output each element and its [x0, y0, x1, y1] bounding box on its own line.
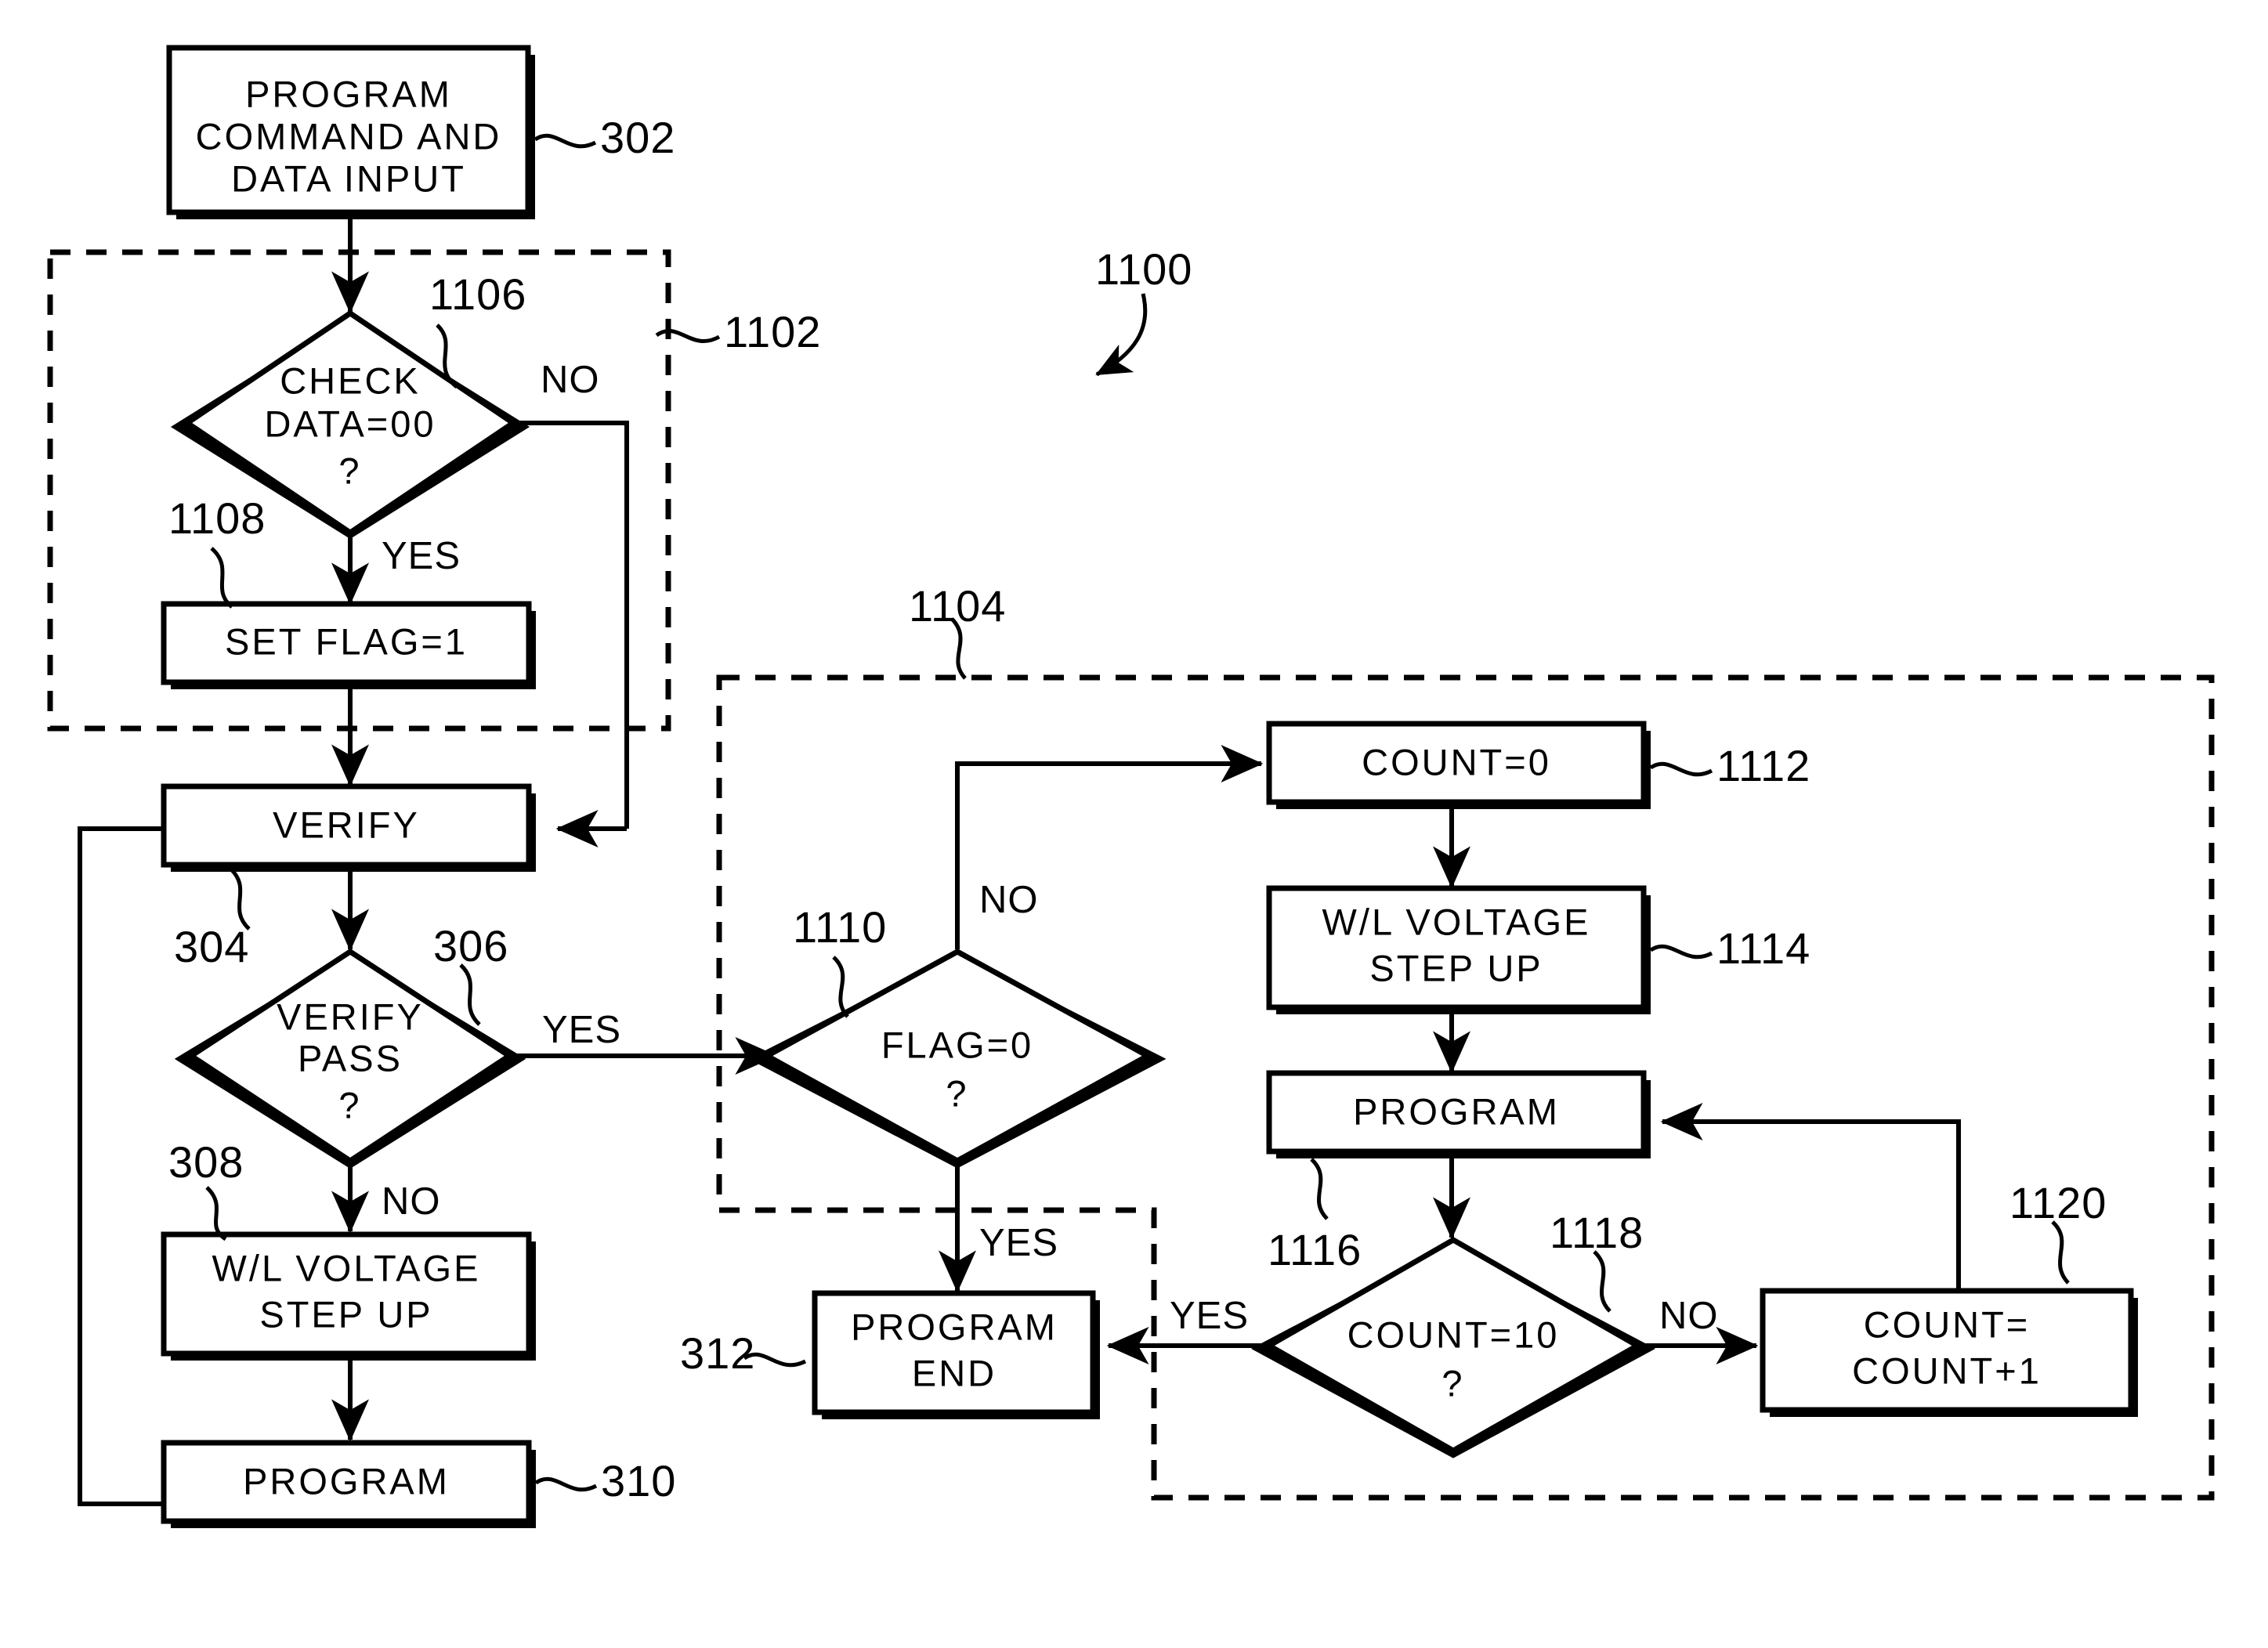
node-310-label: PROGRAM — [243, 1460, 450, 1502]
ref-1106-text: 1106 — [429, 269, 526, 319]
ref-304: 304 — [174, 868, 251, 971]
ref-1102-text: 1102 — [724, 307, 821, 356]
connector-1120-to-1116 — [1660, 1103, 1961, 1288]
node-1106-line3: ? — [338, 450, 361, 491]
ref-310: 310 — [534, 1456, 676, 1505]
node-1114-line1: W/L VOLTAGE — [1322, 901, 1591, 942]
ref-310-text: 310 — [601, 1456, 676, 1505]
ref-304-text: 304 — [174, 922, 249, 971]
node-308-line1: W/L VOLTAGE — [212, 1247, 481, 1288]
node-1108-label: SET FLAG=1 — [225, 620, 468, 662]
label-no-1118: NO — [1659, 1295, 1719, 1337]
ref-1108: 1108 — [168, 493, 266, 609]
node-1106-line2: DATA=00 — [264, 403, 436, 444]
node-312-line2: END — [912, 1352, 997, 1393]
node-count-0[interactable]: COUNT=0 — [1266, 721, 1651, 809]
label-yes-306: YES — [542, 1009, 621, 1051]
ref-1106: 1106 — [429, 269, 526, 389]
node-302-line3: DATA INPUT — [231, 157, 466, 199]
ref-1112-text: 1112 — [1716, 741, 1810, 790]
node-1110-line2: ? — [946, 1072, 968, 1114]
node-program-right[interactable]: PROGRAM — [1266, 1070, 1651, 1158]
node-1120-line1: COUNT= — [1864, 1303, 2031, 1345]
node-302-line2: COMMAND AND — [196, 115, 502, 157]
ref-1116: 1116 — [1268, 1158, 1362, 1274]
label-no-1106: NO — [541, 359, 600, 401]
label-yes-1110: YES — [979, 1222, 1058, 1264]
ref-1118: 1118 — [1550, 1208, 1644, 1313]
node-306-line3: ? — [338, 1084, 361, 1126]
ref-1110-text: 1110 — [793, 902, 887, 952]
ref-1120-text: 1120 — [2009, 1178, 2107, 1227]
ref-1108-text: 1108 — [168, 493, 266, 543]
node-1112-label: COUNT=0 — [1362, 741, 1551, 782]
node-302-line1: PROGRAM — [245, 73, 452, 114]
node-306-line1: VERIFY — [277, 996, 424, 1037]
node-1120-line2: COUNT+1 — [1852, 1350, 2042, 1391]
ref-1112: 1112 — [1649, 741, 1810, 790]
node-program-left[interactable]: PROGRAM — [161, 1440, 536, 1528]
ref-306-text: 306 — [433, 921, 508, 970]
ref-302: 302 — [534, 113, 675, 162]
ref-306: 306 — [433, 921, 508, 1026]
node-verify[interactable]: VERIFY — [161, 783, 536, 872]
node-program-command-data-input[interactable]: PROGRAM COMMAND AND DATA INPUT — [166, 45, 535, 219]
node-count-increment[interactable]: COUNT= COUNT+1 — [1760, 1288, 2138, 1417]
node-program-end[interactable]: PROGRAM END — [812, 1290, 1100, 1419]
connector-1110-no-to-1112 — [955, 745, 1264, 949]
ref-312: 312 — [680, 1328, 807, 1378]
node-wl-voltage-step-up-left[interactable]: W/L VOLTAGE STEP UP — [161, 1231, 536, 1361]
node-304-label: VERIFY — [273, 804, 420, 845]
node-1110-line1: FLAG=0 — [881, 1024, 1033, 1065]
ref-1104-text: 1104 — [909, 581, 1006, 631]
node-verify-pass[interactable]: VERIFY PASS ? — [174, 948, 526, 1169]
node-set-flag-1[interactable]: SET FLAG=1 — [161, 601, 536, 689]
label-no-306: NO — [382, 1180, 441, 1223]
ref-302-text: 302 — [600, 113, 675, 162]
ref-312-text: 312 — [680, 1328, 755, 1378]
ref-1118-text: 1118 — [1550, 1208, 1644, 1257]
node-1114-line2: STEP UP — [1369, 947, 1543, 988]
node-306-line2: PASS — [298, 1037, 403, 1079]
node-wl-voltage-step-up-right[interactable]: W/L VOLTAGE STEP UP — [1266, 885, 1651, 1014]
ref-1100-text: 1100 — [1095, 244, 1192, 294]
node-1118-line2: ? — [1441, 1362, 1464, 1404]
ref-1120: 1120 — [2009, 1178, 2107, 1285]
node-1116-label: PROGRAM — [1353, 1090, 1560, 1132]
ref-308: 308 — [168, 1137, 244, 1241]
node-1118-line1: COUNT=10 — [1347, 1314, 1560, 1355]
ref-1100: 1100 — [1095, 244, 1192, 377]
label-no-1110: NO — [979, 879, 1039, 921]
ref-1116-text: 1116 — [1268, 1225, 1362, 1274]
flowchart-canvas: PROGRAM COMMAND AND DATA INPUT CHECK DAT… — [0, 0, 2268, 1648]
node-flag-0[interactable]: FLAG=0 ? — [748, 949, 1167, 1169]
label-yes-1118: YES — [1170, 1295, 1249, 1337]
ref-1114-text: 1114 — [1716, 923, 1810, 973]
ref-1104: 1104 — [909, 581, 1006, 680]
flowchart-svg: PROGRAM COMMAND AND DATA INPUT CHECK DAT… — [47, 45, 2215, 1528]
label-yes-1106: YES — [382, 535, 461, 577]
ref-308-text: 308 — [168, 1137, 244, 1187]
node-308-line2: STEP UP — [259, 1293, 432, 1335]
ref-1114: 1114 — [1649, 923, 1810, 973]
ref-1102: 1102 — [655, 307, 821, 356]
node-1106-line1: CHECK — [280, 360, 421, 401]
node-312-line1: PROGRAM — [851, 1306, 1058, 1347]
